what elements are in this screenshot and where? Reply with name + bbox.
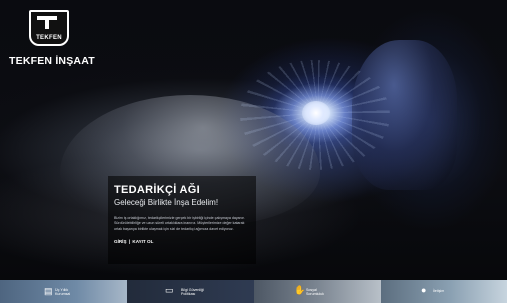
tekfen-emblem-icon: TEKFEN (29, 10, 69, 46)
tile-corporate[interactable]: ▤ Üç Yıllık Kurumsal (0, 280, 127, 303)
tile-social-responsibility[interactable]: ✋ Sosyal Sorumluluk (254, 280, 381, 303)
bottom-tiles: ▤ Üç Yıllık Kurumsal ▭ Bilgi Güvenliği P… (0, 280, 507, 303)
tile-label: İletişim (433, 289, 445, 293)
panel-description: Bizim iş ortaklığımız, tedarikçilerimizl… (114, 216, 245, 231)
link-separator: | (128, 239, 131, 245)
tile-label: Üç Yıllık Kurumsal (55, 288, 71, 297)
tile-label: Bilgi Güvenliği Politikası (181, 288, 204, 297)
panel-title: TEDARİKÇİ AĞI (114, 184, 200, 196)
document-icon: ▤ (44, 286, 53, 296)
panel-actions: GİRİŞ | KAYIT OL (114, 239, 250, 244)
login-link[interactable]: GİRİŞ (114, 239, 127, 244)
tile-information-security[interactable]: ▭ Bilgi Güvenliği Politikası (127, 280, 254, 303)
emblem-text: TEKFEN (36, 35, 62, 41)
supplier-network-panel: TEDARİKÇİ AĞI Geleceği Birlikte İnşa Ede… (108, 176, 256, 264)
panel-subtitle: Geleceği Birlikte İnşa Edelim! (114, 198, 219, 207)
tile-label: Sosyal Sorumluluk (306, 288, 324, 297)
person-icon: ● (421, 285, 427, 295)
company-logo[interactable]: TEKFEN TEKFEN İNŞAAT (9, 10, 95, 67)
company-name: TEKFEN İNŞAAT (9, 55, 95, 67)
monitor-icon: ▭ (165, 285, 174, 295)
hand-icon: ✋ (294, 285, 306, 295)
tile-contact[interactable]: ● İletişim (381, 280, 507, 303)
register-link[interactable]: KAYIT OL (132, 239, 153, 244)
page: TEKFEN TEKFEN İNŞAAT TEDARİKÇİ AĞI Gelec… (0, 0, 507, 303)
welding-spark (302, 101, 330, 125)
